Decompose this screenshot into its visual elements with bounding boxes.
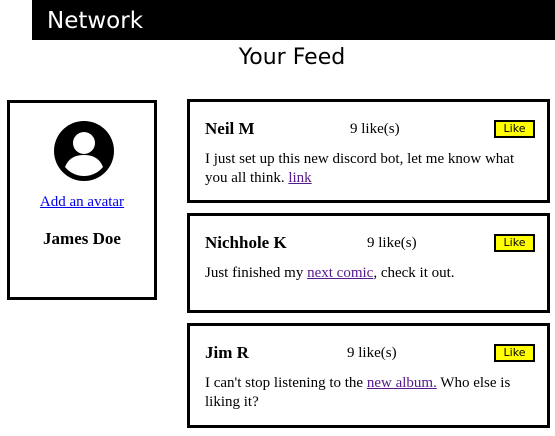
post-text: I just set up this new discord bot, let … [205,151,515,186]
navbar: Network [32,0,555,40]
post-link[interactable]: new album. [367,375,437,391]
post-link[interactable]: next comic [307,265,373,281]
post-link[interactable]: link [288,170,311,186]
like-button[interactable]: Like [494,234,535,252]
post-likes-count: 9 like(s) [347,345,397,361]
post-text: Just finished my [205,265,308,281]
profile-name: James Doe [43,229,121,248]
post-likes-count: 9 like(s) [367,235,417,251]
post-card: Nichhole K 9 like(s) Like Just finished … [187,213,550,313]
user-avatar-icon [54,121,114,181]
like-button[interactable]: Like [494,120,535,138]
post-text: I can't stop listening to the [205,375,367,391]
post-body: Just finished my next comic, check it ou… [205,264,515,283]
profile-card: Add an avatar James Doe [7,100,157,300]
add-avatar-link[interactable]: Add an avatar [10,194,154,211]
post-body: I just set up this new discord bot, let … [205,150,515,188]
page-title: Your Feed [238,45,346,70]
post-author: Jim R [205,343,249,362]
post-body: I can't stop listening to the new album.… [205,374,515,412]
post-text: , check it out. [373,265,455,281]
brand-link[interactable]: Network [47,6,143,36]
post-author: Neil M [205,119,255,138]
post-likes-count: 9 like(s) [350,121,400,137]
like-button[interactable]: Like [494,344,535,362]
post-card: Jim R 9 like(s) Like I can't stop listen… [187,323,550,428]
post-author: Nichhole K [205,233,287,252]
post-card: Neil M 9 like(s) Like I just set up this… [187,99,550,203]
